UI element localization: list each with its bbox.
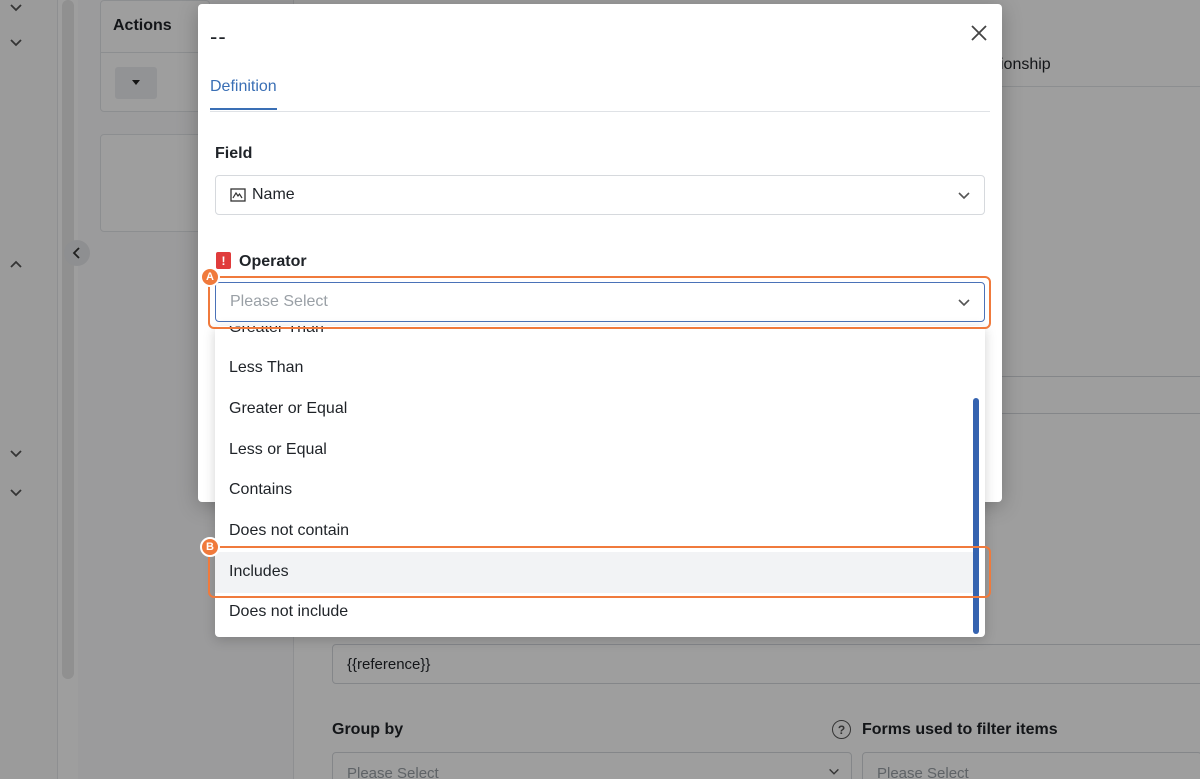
close-icon[interactable] — [968, 22, 990, 44]
chevron-down-icon — [958, 192, 970, 200]
operator-option[interactable]: Does not include — [215, 592, 975, 633]
operator-option[interactable]: Contains — [215, 470, 975, 511]
field-value: Name — [252, 186, 295, 203]
operator-placeholder: Please Select — [230, 293, 328, 310]
modal-title: -- — [210, 24, 227, 49]
operator-option[interactable]: Greater or Equal — [215, 389, 975, 430]
field-label: Field — [215, 145, 253, 162]
operator-select[interactable]: Please Select — [215, 282, 985, 322]
tab-bar: Definition — [210, 72, 990, 112]
operator-option[interactable]: Less or Equal — [215, 430, 975, 471]
chevron-down-icon — [958, 299, 970, 307]
required-icon: ! — [216, 252, 231, 269]
text-field-icon — [230, 188, 246, 202]
marker-badge-a: A — [200, 267, 220, 287]
operator-dropdown-list: Greater Than Less Than Greater or Equal … — [215, 326, 985, 637]
operator-option-hovered[interactable]: Includes — [215, 552, 975, 593]
dropdown-scrollbar[interactable] — [973, 398, 979, 634]
tab-definition[interactable]: Definition — [210, 78, 277, 110]
operator-label: Operator — [239, 253, 307, 270]
marker-badge-b: B — [200, 537, 220, 557]
field-select[interactable]: Name — [215, 175, 985, 215]
operator-option[interactable]: Does not contain — [215, 511, 975, 552]
operator-option[interactable]: Greater Than — [215, 326, 975, 349]
operator-option[interactable]: Less Than — [215, 348, 975, 389]
